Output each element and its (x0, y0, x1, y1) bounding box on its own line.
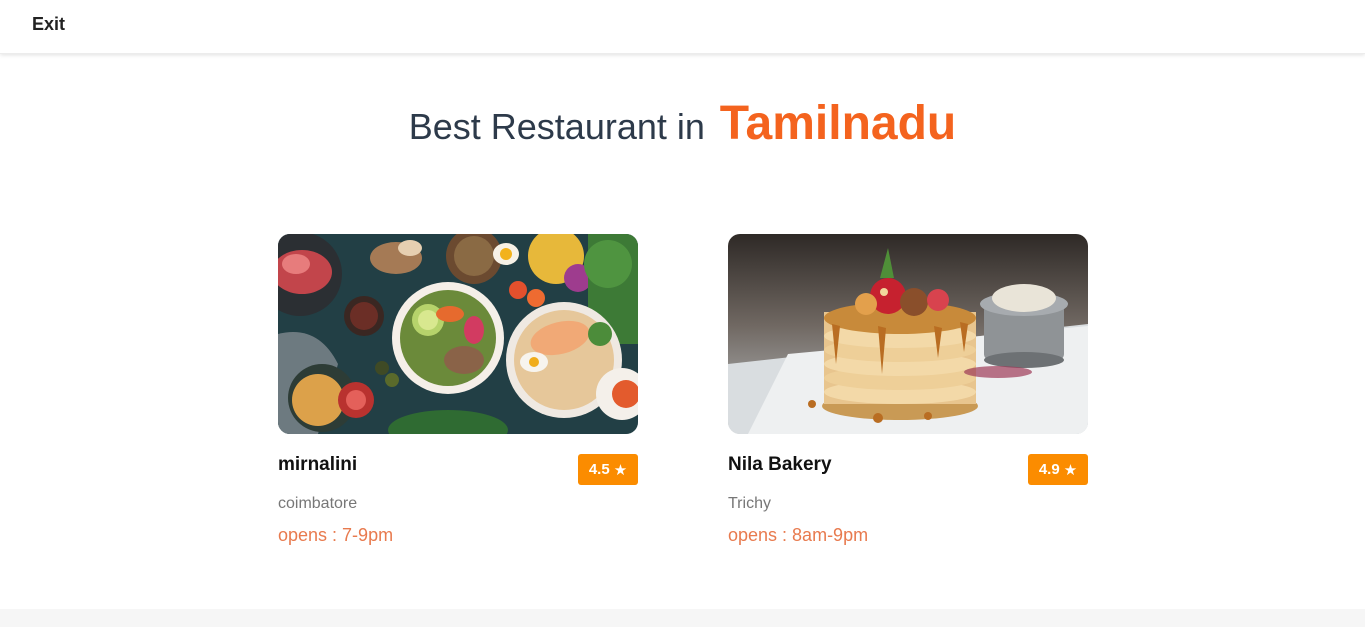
star-icon: ★ (613, 461, 628, 479)
page-title-location: Tamilnadu (719, 97, 957, 150)
rating-value: 4.9 (1038, 461, 1060, 478)
rating-value: 4.5 (588, 461, 610, 478)
pancake-stack-photo (728, 234, 1088, 434)
restaurant-hours: opens : 7-9pm (278, 525, 393, 546)
page-title: Best Restaurant in Tamilnadu (0, 96, 1365, 151)
restaurant-name: Nila Bakery (728, 454, 832, 475)
restaurant-city: coimbatore (278, 495, 358, 512)
rating-badge: 4.5 ★ (578, 454, 638, 485)
exit-button[interactable]: Exit (32, 14, 65, 35)
footer-band (0, 609, 1365, 627)
restaurant-card[interactable]: Nila Bakery 4.9 ★ Trichy opens : 8am-9pm (728, 234, 1088, 554)
rating-badge: 4.9 ★ (1028, 454, 1088, 485)
food-platter-photo (278, 234, 638, 434)
hours-label: opens : (278, 525, 343, 545)
restaurant-city: Trichy (728, 495, 771, 512)
restaurant-hours: opens : 8am-9pm (728, 525, 868, 546)
page-title-lead: Best Restaurant in (408, 106, 705, 147)
restaurant-card[interactable]: mirnalini 4.5 ★ coimbatore opens : 7-9pm (278, 234, 638, 554)
top-nav-bar: Exit (0, 0, 1365, 54)
restaurant-name: mirnalini (278, 454, 358, 475)
hours-value: 7-9pm (342, 525, 394, 545)
star-icon: ★ (1063, 461, 1078, 479)
hours-label: opens : (728, 525, 793, 545)
hours-value: 8am-9pm (792, 525, 869, 545)
